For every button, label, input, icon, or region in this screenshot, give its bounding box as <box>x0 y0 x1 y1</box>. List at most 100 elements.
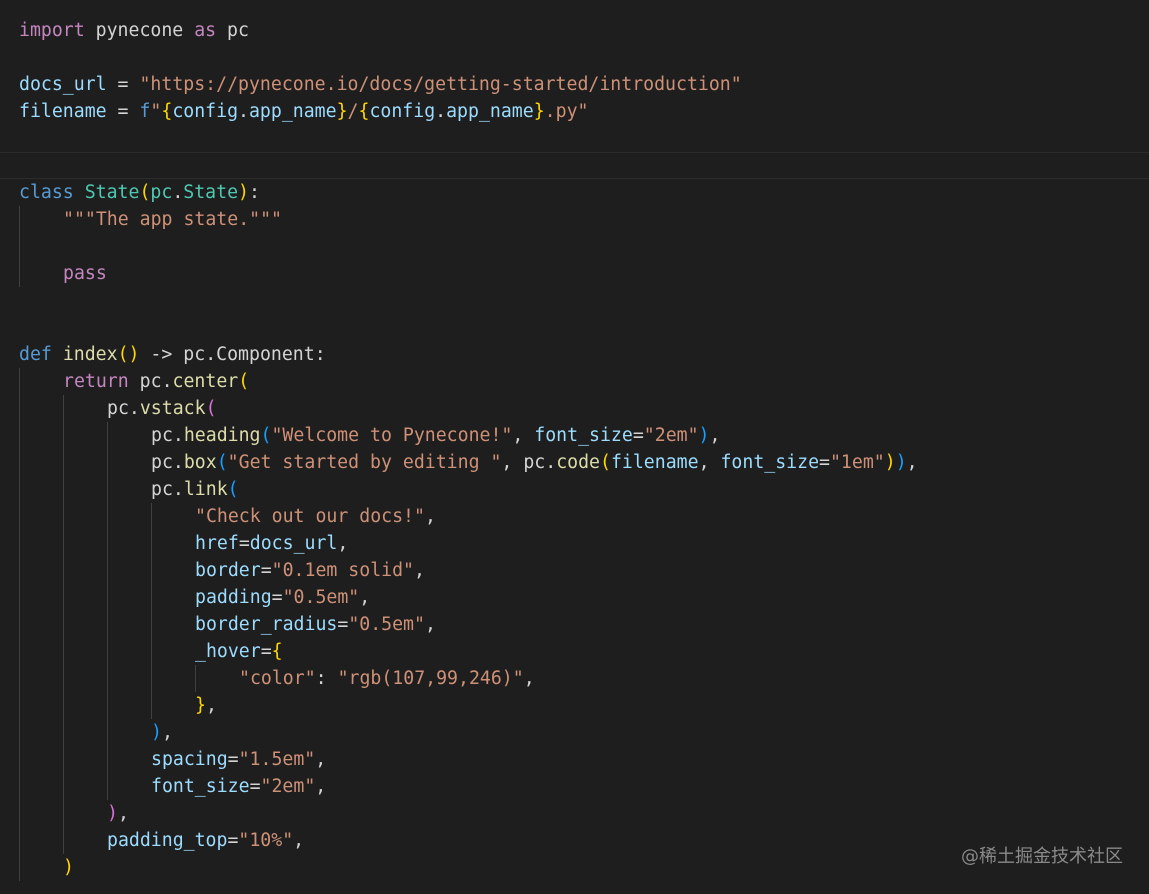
code-token: ( <box>139 182 151 203</box>
code-token: filename <box>19 101 107 122</box>
code-line[interactable]: _hover={ <box>0 638 1149 665</box>
code-token: : <box>248 182 260 203</box>
indent-guide <box>19 557 20 584</box>
indent-guide <box>19 854 20 881</box>
line-text: _hover={ <box>195 638 283 665</box>
code-line[interactable]: ), <box>0 800 1149 827</box>
code-token: code <box>556 452 600 473</box>
code-token: ( <box>227 479 239 500</box>
code-line[interactable]: font_size="2em", <box>0 773 1149 800</box>
code-token: , <box>523 668 535 689</box>
indent-guide <box>151 665 152 692</box>
line-text: pc.link( <box>151 476 239 503</box>
indent-guide <box>19 233 20 260</box>
code-line[interactable] <box>0 44 1149 71</box>
code-token: "Check out our docs!" <box>195 506 425 527</box>
code-line[interactable]: docs_url = "https://pynecone.io/docs/get… <box>0 71 1149 98</box>
code-token: ) <box>128 344 140 365</box>
code-line[interactable]: href=docs_url, <box>0 530 1149 557</box>
indent-guide <box>19 692 20 719</box>
code-token: pc <box>151 479 173 500</box>
indent-guide <box>19 611 20 638</box>
indent-guide <box>19 503 20 530</box>
indent-guide <box>63 503 64 530</box>
line-text: pc.vstack( <box>107 395 217 422</box>
indent-guide <box>19 800 20 827</box>
code-token: ( <box>216 452 228 473</box>
code-line[interactable]: return pc.center( <box>0 368 1149 395</box>
code-token: "2em" <box>260 776 316 797</box>
code-line[interactable]: }, <box>0 692 1149 719</box>
code-line[interactable]: padding="0.5em", <box>0 584 1149 611</box>
code-token: app_name <box>248 101 337 122</box>
indent-guide <box>19 638 20 665</box>
line-text: pc.box("Get started by editing ", pc.cod… <box>151 449 918 476</box>
code-token: ( <box>600 452 611 473</box>
code-token: pc <box>523 452 546 473</box>
code-line[interactable]: filename = f"{config.app_name}/{config.a… <box>0 98 1149 125</box>
code-token: = <box>106 74 140 95</box>
code-token: . <box>161 371 173 392</box>
indent-guide <box>19 260 20 287</box>
code-token: f <box>139 101 151 122</box>
indent-guide <box>19 530 20 557</box>
code-token: . <box>238 101 249 122</box>
code-token: , <box>293 830 305 851</box>
code-line[interactable] <box>0 125 1149 152</box>
code-token: center <box>172 371 239 392</box>
code-token: heading <box>183 425 261 446</box>
code-token: class <box>19 182 74 203</box>
code-line[interactable]: pc.box("Get started by editing ", pc.cod… <box>0 449 1149 476</box>
indent-guide <box>107 449 108 476</box>
code-line[interactable] <box>0 233 1149 260</box>
code-token: "Welcome to Pynecone!" <box>271 425 513 446</box>
code-token: docs_url <box>19 74 107 95</box>
code-token: . <box>172 479 184 500</box>
code-token: pass <box>63 263 107 284</box>
code-token: ( <box>205 398 217 419</box>
code-token: } <box>533 101 545 122</box>
code-line[interactable]: border="0.1em solid", <box>0 557 1149 584</box>
code-token: spacing <box>151 749 228 770</box>
code-line[interactable]: pc.vstack( <box>0 395 1149 422</box>
code-line[interactable]: border_radius="0.5em", <box>0 611 1149 638</box>
code-line[interactable]: "Check out our docs!", <box>0 503 1149 530</box>
code-area[interactable]: import pynecone as pc docs_url = "https:/… <box>0 17 1149 881</box>
line-text: docs_url = "https://pynecone.io/docs/get… <box>19 71 742 98</box>
code-token: { <box>271 641 283 662</box>
code-token: border <box>195 560 261 581</box>
indent-guide <box>19 395 20 422</box>
code-token: font_size <box>534 425 633 446</box>
indent-guide <box>19 746 20 773</box>
code-token: } <box>336 101 348 122</box>
line-text: filename = f"{config.app_name}/{config.a… <box>19 98 588 125</box>
code-editor[interactable]: import pynecone as pc docs_url = "https:/… <box>0 0 1149 894</box>
code-line[interactable] <box>0 287 1149 314</box>
indent-guide <box>63 611 64 638</box>
code-token: link <box>183 479 228 500</box>
code-line[interactable]: def index() -> pc.Component: <box>0 341 1149 368</box>
indent-guide <box>151 557 152 584</box>
code-line[interactable]: ), <box>0 719 1149 746</box>
code-token: import <box>19 20 85 41</box>
indent-guide <box>63 827 64 854</box>
indent-guide <box>107 638 108 665</box>
code-line[interactable]: import pynecone as pc <box>0 17 1149 44</box>
code-token: "0.1em solid" <box>271 560 415 581</box>
code-line[interactable]: class State(pc.State): <box>0 179 1149 206</box>
indent-guide <box>107 476 108 503</box>
code-token: . <box>172 425 184 446</box>
code-line[interactable]: pc.heading("Welcome to Pynecone!", font_… <box>0 422 1149 449</box>
code-line[interactable]: """The app state.""" <box>0 206 1149 233</box>
code-line[interactable]: pass <box>0 260 1149 287</box>
indent-guide <box>107 611 108 638</box>
code-token: -> <box>139 344 184 365</box>
code-token: { <box>161 101 173 122</box>
code-line[interactable]: "color": "rgb(107,99,246)", <box>0 665 1149 692</box>
code-line[interactable] <box>0 314 1149 341</box>
code-line[interactable]: pc.link( <box>0 476 1149 503</box>
code-token: State <box>183 182 239 203</box>
code-line[interactable] <box>0 152 1149 179</box>
code-line[interactable]: spacing="1.5em", <box>0 746 1149 773</box>
code-token: "0.5em" <box>348 614 425 635</box>
